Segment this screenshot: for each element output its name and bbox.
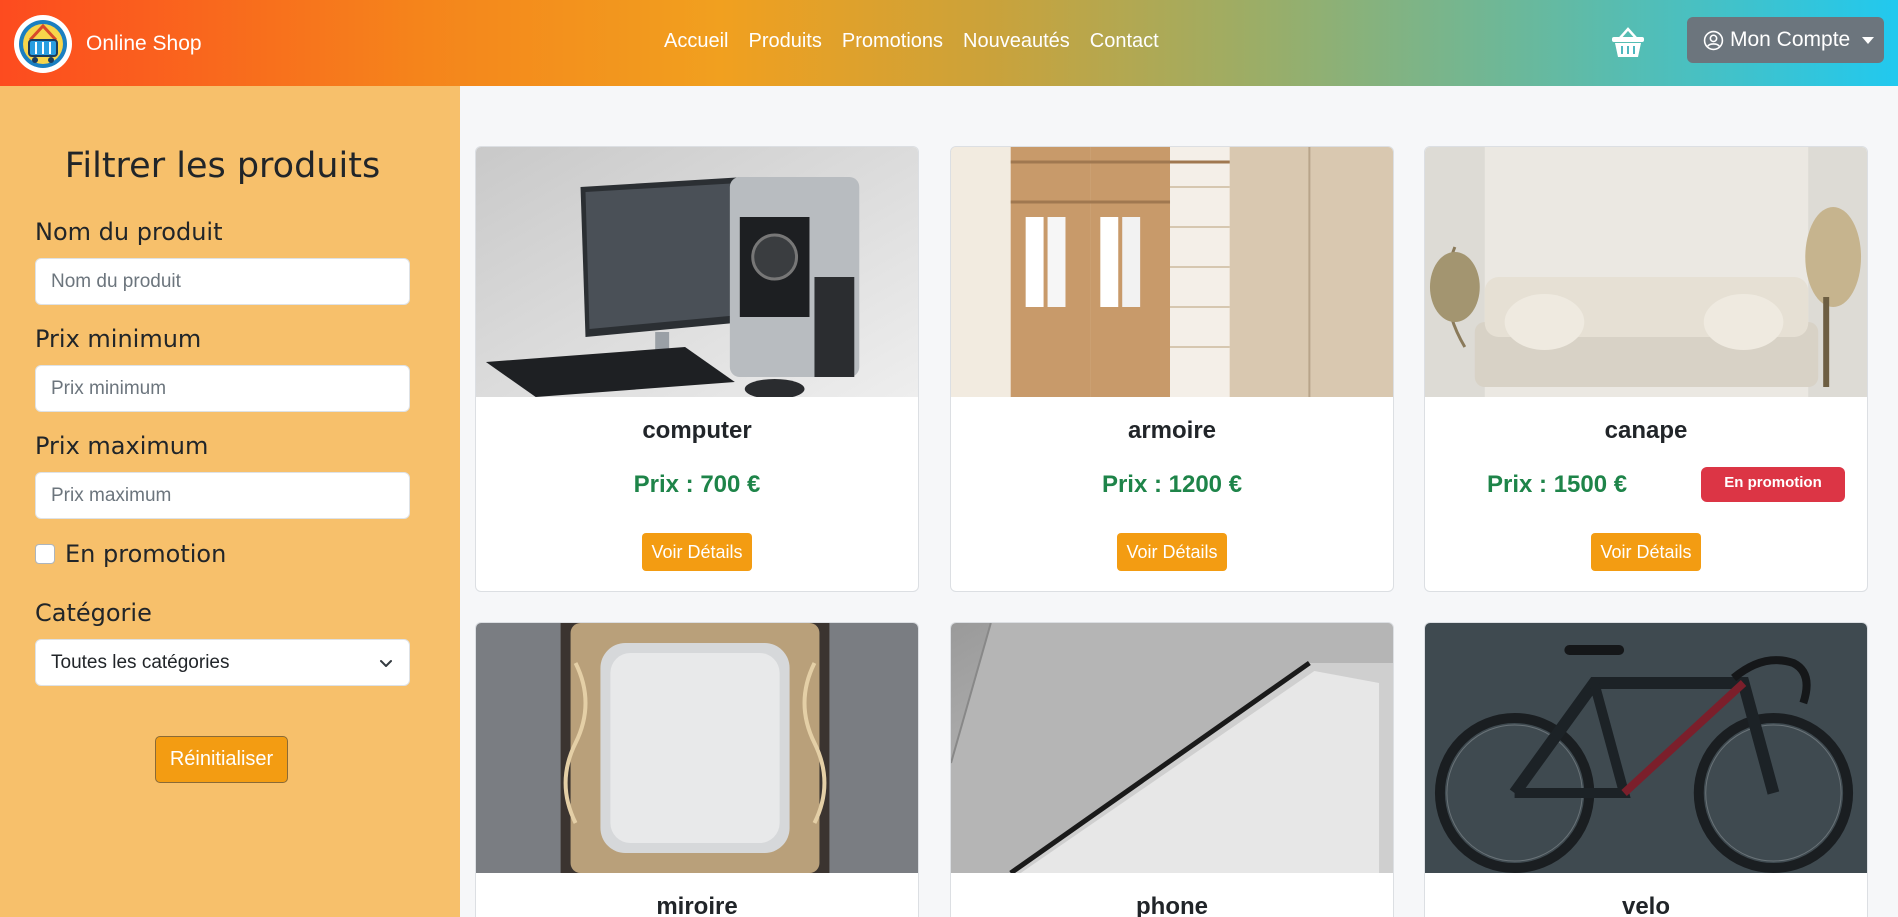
promo-checkbox[interactable] [35,544,55,564]
main-nav: Accueil Produits Promotions Nouveautés C… [664,30,1159,53]
product-name: phone [1136,893,1208,917]
computer-image [476,147,918,397]
view-details-button[interactable]: Voir Détails [1591,533,1701,571]
promo-checkbox-label: En promotion [65,540,227,568]
max-price-input[interactable] [35,472,410,519]
top-navbar: Online Shop Accueil Produits Promotions … [0,0,1898,86]
max-price-label: Prix maximum [35,432,209,460]
product-card: velo [1424,622,1868,917]
account-label: Mon Compte [1730,28,1851,51]
category-label: Catégorie [35,599,152,627]
name-filter-label: Nom du produit [35,218,223,246]
product-name: armoire [1127,417,1217,444]
view-details-button[interactable]: Voir Détails [1117,533,1227,571]
brand[interactable]: Online Shop [14,15,202,73]
velo-image [1425,623,1867,873]
product-price: Prix : 1500 € [1487,471,1628,498]
phone-image [951,623,1393,873]
canape-image [1425,147,1867,397]
category-select-value: Toutes les catégories [51,651,230,673]
min-price-input[interactable] [35,365,410,412]
product-price: Prix : 1200 € [1101,471,1243,498]
product-card: computer Prix : 700 € Voir Détails [475,146,919,592]
brand-name: Online Shop [86,32,202,55]
armoire-image [951,147,1393,397]
product-card: armoire Prix : 1200 € Voir Détails [950,146,1394,592]
nav-link-promotions[interactable]: Promotions [842,30,943,53]
nav-link-contact[interactable]: Contact [1090,30,1159,53]
product-name-input[interactable] [35,258,410,305]
product-card: canape Prix : 1500 € En promotion Voir D… [1424,146,1868,592]
caret-down-icon [1862,36,1875,44]
product-name: miroire [656,893,738,917]
shopping-basket-logo-icon [14,15,72,73]
product-name: canape [1604,417,1688,444]
reset-button[interactable]: Réinitialiser [155,736,288,783]
filter-title: Filtrer les produits [64,146,381,186]
chevron-down-icon [380,659,392,667]
view-details-button[interactable]: Voir Détails [642,533,752,571]
miroire-image [476,623,918,873]
product-price: Prix : 700 € [633,471,761,498]
category-select[interactable]: Toutes les catégories [35,639,410,686]
basket-icon[interactable] [1610,26,1646,60]
user-circle-icon [1703,30,1724,50]
promo-badge: En promotion [1701,467,1845,502]
nav-link-accueil[interactable]: Accueil [664,30,728,53]
product-name: computer [642,417,752,444]
account-dropdown-button[interactable]: Mon Compte [1687,17,1884,63]
promo-filter-row: En promotion [35,540,226,568]
nav-link-produits[interactable]: Produits [748,30,821,53]
product-card: phone [950,622,1394,917]
product-name: velo [1621,893,1671,917]
nav-link-nouveautes[interactable]: Nouveautés [963,30,1070,53]
product-card: miroire [475,622,919,917]
min-price-label: Prix minimum [35,325,202,353]
filter-sidebar: Filtrer les produits Nom du produit Prix… [0,86,460,917]
